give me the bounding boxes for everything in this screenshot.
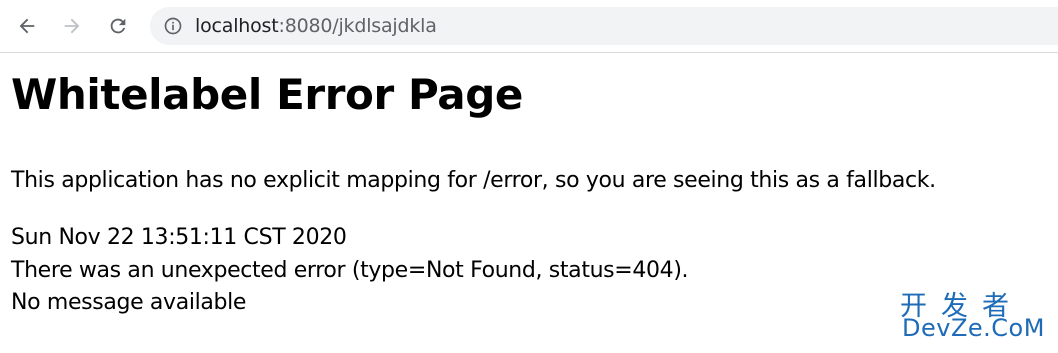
url-path: :8080/jkdlsajdkla [278, 15, 437, 37]
forward-button[interactable] [57, 11, 87, 41]
page-title: Whitelabel Error Page [11, 70, 523, 119]
browser-toolbar: localhost:8080/jkdlsajdkla [0, 0, 1058, 53]
error-message: No message available [11, 290, 247, 315]
reload-button[interactable] [103, 11, 133, 41]
back-button[interactable] [12, 11, 42, 41]
error-explanation: This application has no explicit mapping… [11, 168, 936, 193]
info-icon[interactable] [163, 16, 183, 36]
back-arrow-icon [19, 18, 35, 34]
address-bar[interactable]: localhost:8080/jkdlsajdkla [150, 7, 1058, 45]
watermark-en-text: DevZe.CoM [902, 314, 1045, 342]
reload-icon [110, 18, 126, 34]
forward-arrow-icon [64, 18, 80, 34]
error-timestamp: Sun Nov 22 13:51:11 CST 2020 [11, 225, 347, 250]
error-status-line: There was an unexpected error (type=Not … [11, 258, 689, 283]
url-text[interactable]: localhost:8080/jkdlsajdkla [195, 15, 437, 37]
site-watermark: 开发者 DevZe.CoM [898, 284, 1050, 346]
url-host: localhost [195, 15, 279, 37]
